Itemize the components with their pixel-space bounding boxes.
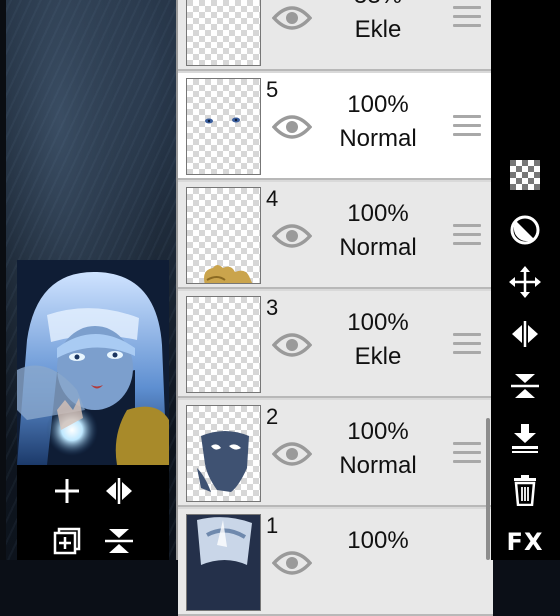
merge-down-icon[interactable]	[500, 420, 550, 456]
layer-blend-mode[interactable]: Ekle	[328, 343, 428, 371]
drag-handle-icon[interactable]	[453, 442, 481, 469]
layer-tools-sidebar: FX	[491, 0, 560, 560]
layer-row[interactable]: 2 100% Normal	[178, 400, 493, 507]
layer-opacity[interactable]: 53%	[328, 0, 428, 10]
layer-list-scrollbar[interactable]	[486, 418, 490, 560]
layer-opacity[interactable]: 100%	[328, 309, 428, 337]
canvas-preview-thumbnail	[17, 260, 169, 465]
layer-thumbnail	[186, 296, 261, 393]
fx-button[interactable]: FX	[500, 524, 550, 560]
layer-blend-mode[interactable]: Normal	[328, 234, 428, 262]
visibility-eye-icon[interactable]	[271, 222, 313, 255]
canvas-edge	[0, 0, 6, 560]
layer-row[interactable]: 53% Ekle	[178, 0, 493, 71]
visibility-eye-icon[interactable]	[271, 549, 313, 582]
layer-blend-mode[interactable]: Normal	[328, 125, 428, 153]
fx-label: FX	[506, 528, 544, 556]
drag-handle-icon[interactable]	[453, 224, 481, 251]
layer-thumbnail	[186, 514, 261, 611]
layer-bottom-toolbar	[17, 465, 169, 560]
layer-panel[interactable]: 53% Ekle 5 100% Normal 4 100% Normal 3	[176, 0, 493, 616]
visibility-eye-icon[interactable]	[271, 331, 313, 364]
flip-horizontal-icon[interactable]	[101, 473, 137, 509]
layer-opacity[interactable]: 100%	[328, 527, 428, 555]
drag-handle-icon[interactable]	[453, 333, 481, 360]
duplicate-layer-icon[interactable]	[49, 523, 85, 559]
layer-number: 4	[266, 186, 279, 211]
layer-opacity[interactable]: 100%	[328, 200, 428, 228]
visibility-eye-icon[interactable]	[271, 440, 313, 473]
add-layer-icon[interactable]	[49, 473, 85, 509]
visibility-eye-icon[interactable]	[271, 4, 313, 37]
layer-number: 3	[266, 295, 279, 320]
layer-row[interactable]: 3 100% Ekle	[178, 291, 493, 398]
trash-icon[interactable]	[500, 472, 550, 508]
layer-thumbnail	[186, 405, 261, 502]
layer-row[interactable]: 4 100% Normal	[178, 182, 493, 289]
flip-horizontal-icon[interactable]	[500, 316, 550, 352]
layer-thumbnail	[186, 187, 261, 284]
flip-vertical-icon[interactable]	[500, 368, 550, 404]
clip-icon[interactable]	[500, 212, 550, 248]
layer-opacity[interactable]: 100%	[328, 91, 428, 119]
drag-handle-icon[interactable]	[453, 115, 481, 142]
layer-row[interactable]: 1 100%	[178, 509, 493, 616]
move-icon[interactable]	[500, 264, 550, 300]
layer-number: 5	[266, 77, 279, 102]
drag-handle-icon[interactable]	[453, 6, 481, 33]
transparency-icon[interactable]	[500, 157, 550, 193]
visibility-eye-icon[interactable]	[271, 113, 313, 146]
layer-number: 1	[266, 513, 279, 538]
flip-vertical-icon[interactable]	[101, 523, 137, 559]
layer-thumbnail	[186, 78, 261, 175]
layer-thumbnail	[186, 0, 261, 66]
layer-row-selected[interactable]: 5 100% Normal	[178, 73, 493, 180]
layer-blend-mode[interactable]: Normal	[328, 452, 428, 480]
layer-blend-mode[interactable]: Ekle	[328, 16, 428, 44]
layer-number: 2	[266, 404, 279, 429]
layer-opacity[interactable]: 100%	[328, 418, 428, 446]
